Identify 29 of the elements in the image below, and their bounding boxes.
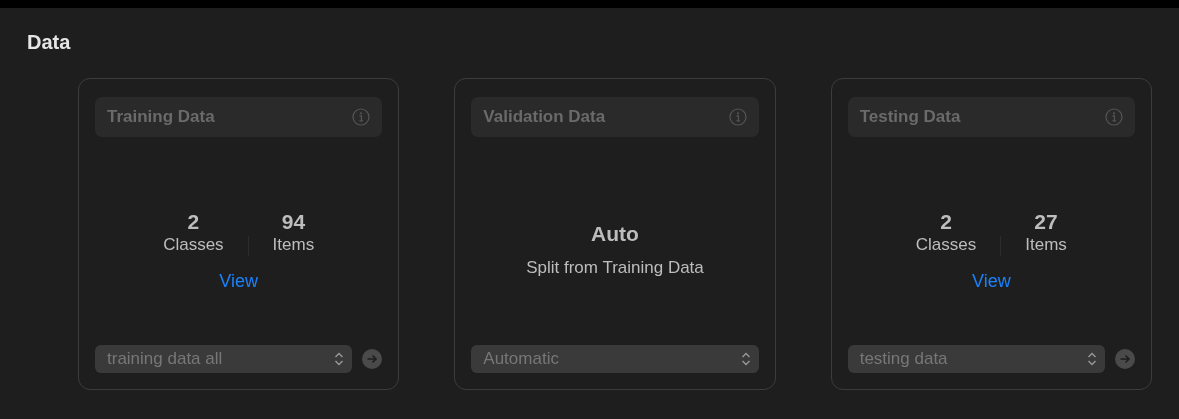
- stat-value: 94: [281, 209, 306, 234]
- stat-value: 2: [187, 209, 200, 234]
- go-button[interactable]: [1115, 349, 1135, 369]
- card-title: Testing Data: [859, 106, 961, 129]
- view-link[interactable]: View: [219, 267, 258, 295]
- chevron-icon: [334, 351, 345, 367]
- card-title: Validation Data: [483, 106, 606, 129]
- stat-label: Classes: [163, 233, 224, 256]
- chevron-icon: [1087, 351, 1097, 367]
- stat-label: Classes: [915, 233, 977, 256]
- chevron-icon: [740, 351, 751, 367]
- card-title: Training Data: [107, 106, 215, 129]
- stat-label: Items: [1025, 233, 1067, 256]
- info-icon[interactable]: [1105, 108, 1123, 126]
- arrow-icon: [1119, 353, 1131, 365]
- arrow-icon: [366, 353, 379, 365]
- info-icon[interactable]: [352, 108, 371, 126]
- section-title: Data: [27, 30, 72, 54]
- mode-value: Auto: [591, 220, 639, 247]
- info-icon[interactable]: [728, 108, 747, 126]
- dropdown[interactable]: testing data: [847, 345, 1105, 373]
- view-link[interactable]: View: [971, 267, 1011, 295]
- dropdown[interactable]: Automatic: [471, 345, 759, 373]
- dropdown[interactable]: training data all: [95, 345, 353, 373]
- go-button[interactable]: [362, 349, 383, 369]
- mode-caption: Split from Training Data: [526, 257, 704, 279]
- stat-label: Items: [272, 233, 315, 256]
- stat-value: 27: [1034, 209, 1058, 234]
- stat-value: 2: [940, 209, 952, 234]
